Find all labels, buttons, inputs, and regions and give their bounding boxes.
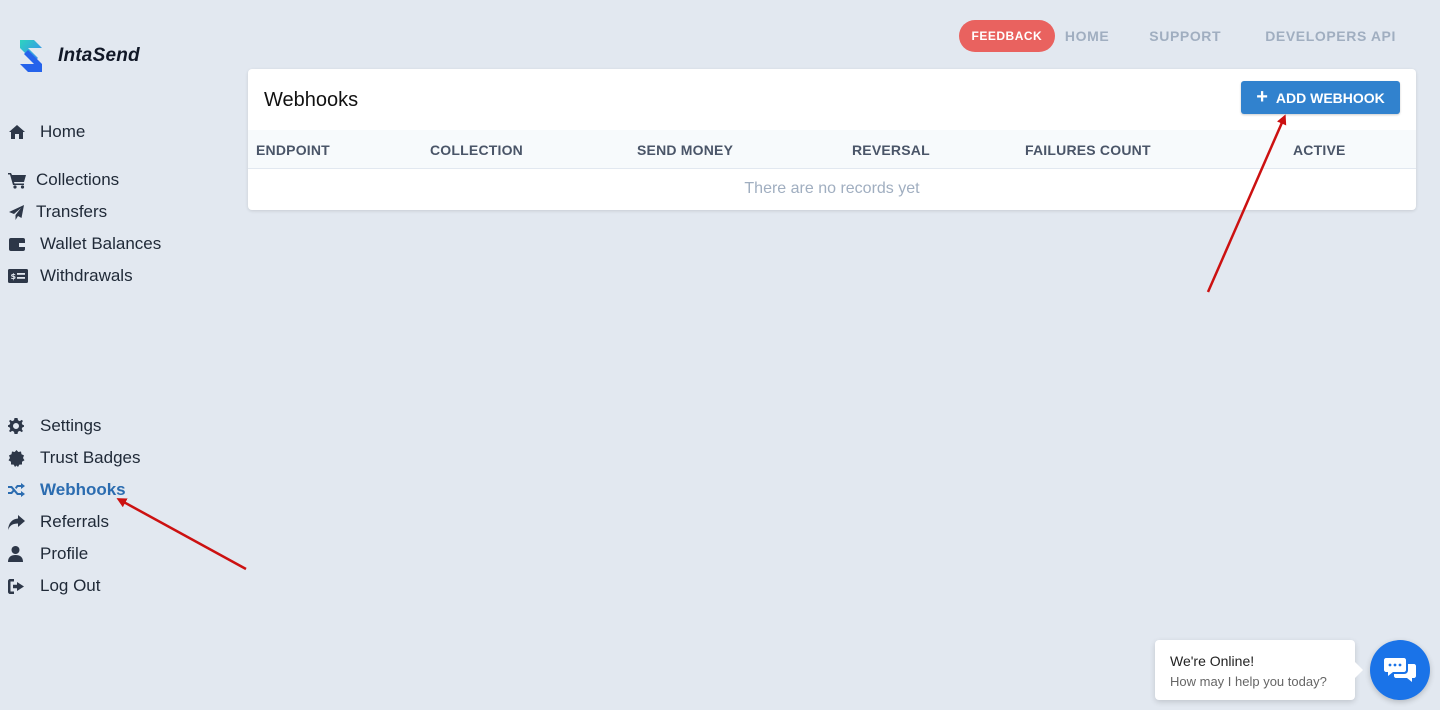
user-icon xyxy=(8,544,30,564)
chat-title: We're Online! xyxy=(1170,653,1255,669)
share-icon xyxy=(8,512,30,532)
certificate-icon xyxy=(8,448,30,468)
sidebar-item-collections[interactable]: Collections xyxy=(8,167,119,193)
sidebar-item-label: Log Out xyxy=(40,576,101,595)
chat-subtitle: How may I help you today? xyxy=(1170,674,1327,689)
wallet-icon xyxy=(8,234,30,254)
sidebar-item-wallet-balances[interactable]: Wallet Balances xyxy=(8,231,161,257)
column-header-endpoint: ENDPOINT xyxy=(256,142,330,158)
brand-name: IntaSend xyxy=(58,45,140,66)
sidebar-item-withdrawals[interactable]: $ Withdrawals xyxy=(8,263,133,289)
svg-text:$: $ xyxy=(11,272,17,281)
sidebar-item-profile[interactable]: Profile xyxy=(8,541,88,567)
sidebar-item-label: Profile xyxy=(40,544,89,563)
money-check-icon: $ xyxy=(8,266,30,286)
column-header-failures-count: FAILURES COUNT xyxy=(1025,142,1151,158)
annotation-arrow-to-webhooks xyxy=(116,498,247,571)
sidebar-item-label: Collections xyxy=(36,170,120,189)
column-header-reversal: REVERSAL xyxy=(852,142,930,158)
sidebar-item-label: Home xyxy=(40,122,86,141)
sidebar-item-log-out[interactable]: Log Out xyxy=(8,573,101,599)
sidebar-item-trust-badges[interactable]: Trust Badges xyxy=(8,445,140,471)
column-header-collection: COLLECTION xyxy=(430,142,523,158)
sign-out-icon xyxy=(8,576,30,596)
top-link-developers-api[interactable]: DEVELOPERS API xyxy=(1265,28,1396,44)
column-header-active: ACTIVE xyxy=(1293,142,1346,158)
plus-icon: + xyxy=(1256,85,1268,108)
top-link-support[interactable]: SUPPORT xyxy=(1149,28,1221,44)
sidebar-item-settings[interactable]: Settings xyxy=(8,413,101,439)
page-title: Webhooks xyxy=(264,89,359,111)
brand-logo[interactable]: IntaSend xyxy=(14,36,140,76)
home-icon xyxy=(8,122,30,142)
gear-icon xyxy=(8,416,30,436)
intasend-logo-icon xyxy=(20,40,42,72)
empty-state-message: There are no records yet xyxy=(744,180,920,197)
chat-icon xyxy=(1384,658,1416,682)
cart-icon xyxy=(8,170,30,190)
sidebar-item-label: Wallet Balances xyxy=(40,234,162,253)
sidebar-item-label: Trust Badges xyxy=(40,448,141,467)
sidebar-item-label: Transfers xyxy=(36,202,108,221)
chat-launcher-button[interactable] xyxy=(1370,640,1430,700)
top-navigation: FEEDBACK HOME SUPPORT DEVELOPERS API xyxy=(958,20,1396,52)
sidebar-item-transfers[interactable]: Transfers xyxy=(8,199,107,225)
shuffle-icon xyxy=(8,480,30,500)
sidebar-item-label: Settings xyxy=(40,416,102,435)
feedback-button[interactable]: FEEDBACK xyxy=(958,20,1055,52)
sidebar-item-home[interactable]: Home xyxy=(8,119,85,145)
sidebar-item-label: Withdrawals xyxy=(40,266,133,285)
top-link-home[interactable]: HOME xyxy=(1065,28,1109,44)
sidebar-item-label: Webhooks xyxy=(40,480,126,499)
webhooks-card: Webhooks + ADD WEBHOOK ENDPOINT COLLECTI… xyxy=(248,69,1416,210)
sidebar-item-webhooks[interactable]: Webhooks xyxy=(8,477,126,503)
sidebar-item-label: Referrals xyxy=(40,512,109,531)
column-header-send-money: SEND MONEY xyxy=(637,142,734,158)
add-webhook-label: ADD WEBHOOK xyxy=(1275,89,1385,106)
paper-plane-icon xyxy=(8,202,30,222)
add-webhook-button[interactable]: + ADD WEBHOOK xyxy=(1241,81,1400,114)
table-header: ENDPOINT COLLECTION SEND MONEY REVERSAL … xyxy=(248,130,1416,169)
chat-greeting-bubble[interactable]: We're Online! How may I help you today? xyxy=(1155,640,1363,700)
sidebar-item-referrals[interactable]: Referrals xyxy=(8,509,109,535)
